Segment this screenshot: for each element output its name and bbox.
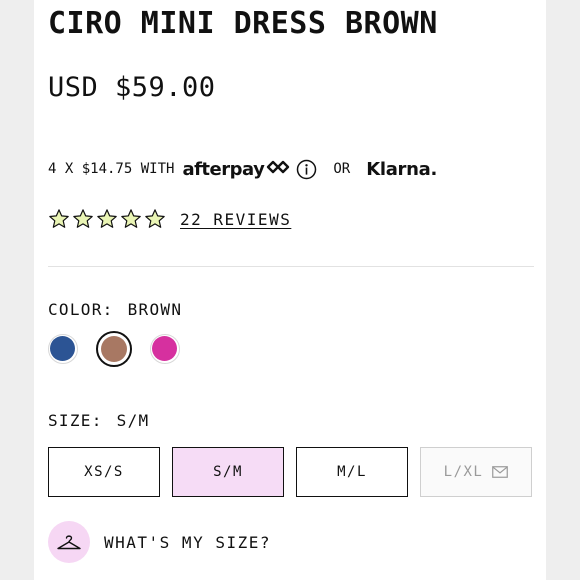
afterpay-arrows-icon: [266, 160, 290, 178]
color-swatch-fill: [101, 336, 127, 362]
size-option-label: XS/S: [84, 464, 124, 480]
size-option-xs-s[interactable]: XS/S: [48, 447, 160, 497]
size-value: S/M: [116, 411, 150, 430]
color-label: COLOR:: [48, 300, 114, 319]
whats-my-size-label: WHAT'S MY SIZE?: [104, 532, 271, 552]
star-icon: [97, 209, 117, 228]
size-label: SIZE:: [48, 411, 103, 430]
size-option-label: S/M: [213, 464, 243, 480]
star-rating: [48, 208, 166, 230]
whats-my-size-button[interactable]: WHAT'S MY SIZE?: [48, 521, 271, 563]
installments-text: 4 X $14.75 WITH: [48, 161, 175, 177]
color-swatch-fill: [152, 336, 177, 361]
size-option-s-m[interactable]: S/M: [172, 447, 284, 497]
color-label-row: COLOR: BROWN: [48, 300, 182, 319]
size-option-m-l[interactable]: M/L: [296, 447, 408, 497]
size-label-row: SIZE: S/M: [48, 411, 149, 430]
size-option-label: M/L: [337, 464, 367, 480]
info-icon[interactable]: [296, 159, 317, 180]
rating-row: 22 REVIEWS: [48, 208, 291, 230]
color-swatch-blue[interactable]: [48, 334, 78, 364]
klarna-logo: Klarna.: [366, 158, 438, 180]
star-icon: [121, 209, 141, 228]
or-text: OR: [333, 161, 351, 177]
color-swatch-magenta[interactable]: [150, 334, 180, 364]
payment-options: 4 X $14.75 WITH afterpay OR Klarna.: [48, 156, 437, 182]
product-price: USD $59.00: [48, 72, 216, 103]
star-icon: [49, 209, 69, 228]
star-icon: [145, 209, 165, 228]
color-value: BROWN: [127, 300, 183, 319]
product-info-panel: CIRO MINI DRESS BROWN USD $59.00 4 X $14…: [34, 0, 546, 580]
afterpay-logo: afterpay: [182, 158, 265, 180]
divider: [48, 266, 534, 267]
star-icon: [73, 209, 93, 228]
size-option-l-xl[interactable]: L/XL: [420, 447, 532, 497]
color-swatch-brown[interactable]: [96, 331, 132, 367]
product-title: CIRO MINI DRESS BROWN: [48, 6, 438, 41]
mail-icon: [492, 466, 509, 478]
color-swatch-fill: [50, 336, 75, 361]
reviews-link[interactable]: 22 REVIEWS: [180, 210, 291, 229]
hanger-icon: [48, 521, 90, 563]
size-option-label: L/XL: [443, 464, 484, 480]
